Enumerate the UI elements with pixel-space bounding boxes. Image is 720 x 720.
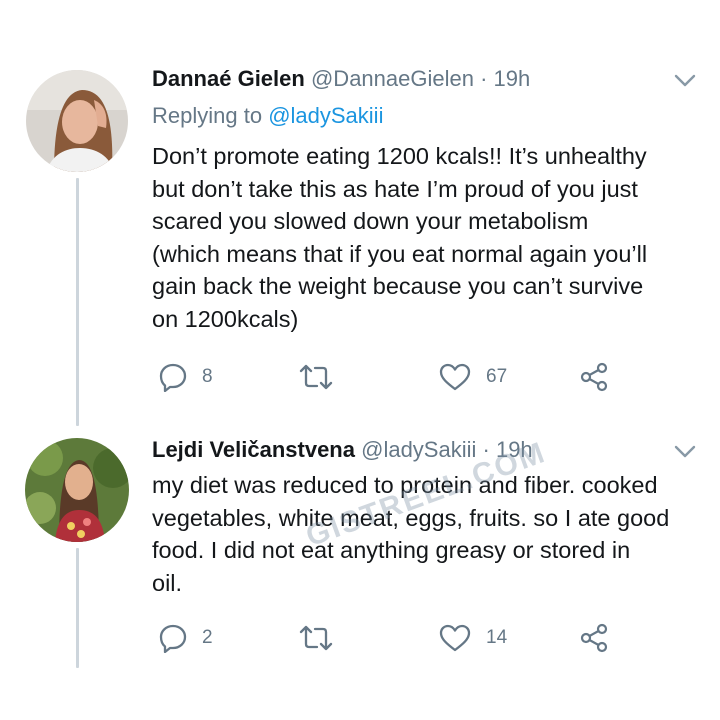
share-button[interactable] [578,357,610,397]
tweet-actions: 8 67 [0,357,720,397]
like-count: 14 [486,627,508,648]
reply-icon [158,362,188,392]
replying-to-mention[interactable]: @ladySakiii [268,103,383,128]
tweet-time[interactable]: 19h [494,66,531,91]
heart-icon [438,362,472,392]
tweet-header: Lejdi Veličanstvena @ladySakiii · 19h [152,436,533,464]
reply-count: 2 [202,627,213,648]
tweet-text-line: oil. [152,569,183,596]
reply-icon [158,623,188,653]
separator: · [480,66,488,91]
author-handle[interactable]: @ladySakiii [361,437,476,462]
tweet-text-line: vegetables, white meat, eggs, fruits. so… [152,504,670,531]
heart-icon [438,623,472,653]
retweet-icon [298,362,334,392]
reply-button[interactable]: 2 [158,618,213,658]
retweet-button[interactable] [298,618,348,658]
separator: · [482,437,490,462]
like-button[interactable]: 14 [438,618,507,658]
reply-count: 8 [202,366,213,387]
like-button[interactable]: 67 [438,357,507,397]
tweet-text: my diet was reduced to protein and fiber… [152,469,669,599]
replying-to: Replying to @ladySakiii [152,102,383,130]
replying-prefix: Replying to [152,103,269,128]
author-handle[interactable]: @DannaeGielen [311,66,474,91]
share-button[interactable] [578,618,610,658]
retweet-button[interactable] [298,357,348,397]
tweet-text: Don’t promote eating 1200 kcals!! It’s u… [152,140,647,335]
share-icon [578,622,610,654]
author-name[interactable]: Lejdi Veličanstvena [152,437,355,462]
tweet-text-line: Don’t promote eating 1200 kcals!! It’s u… [152,143,647,169]
tweet-text-line: food. I did not eat anything greasy or s… [152,537,631,563]
tweet-text-line: but don’t take this as hate I’m proud of… [152,175,638,202]
chevron-down-icon[interactable] [674,74,696,93]
reply-button[interactable]: 8 [158,357,213,397]
like-count: 67 [486,366,508,387]
tweet-text-line: gain back the weight because you can’t s… [152,273,644,299]
tweet-text-line: (which means that if you eat normal agai… [152,240,648,267]
avatar[interactable] [26,70,128,172]
tweet-text-line: on 1200kcals) [152,305,299,332]
tweet-text-line: my diet was reduced to protein and fiber… [152,472,658,498]
retweet-icon [298,623,334,653]
tweet-header: Dannaé Gielen @DannaeGielen · 19h [152,65,530,93]
author-name[interactable]: Dannaé Gielen [152,66,305,91]
tweet-actions: 2 14 [0,618,720,658]
chevron-down-icon[interactable] [674,445,696,464]
avatar[interactable] [25,438,129,542]
tweet-text-line: scared you slowed down your metabolism [152,208,589,234]
share-icon [578,361,610,393]
tweet-time[interactable]: 19h [496,437,533,462]
